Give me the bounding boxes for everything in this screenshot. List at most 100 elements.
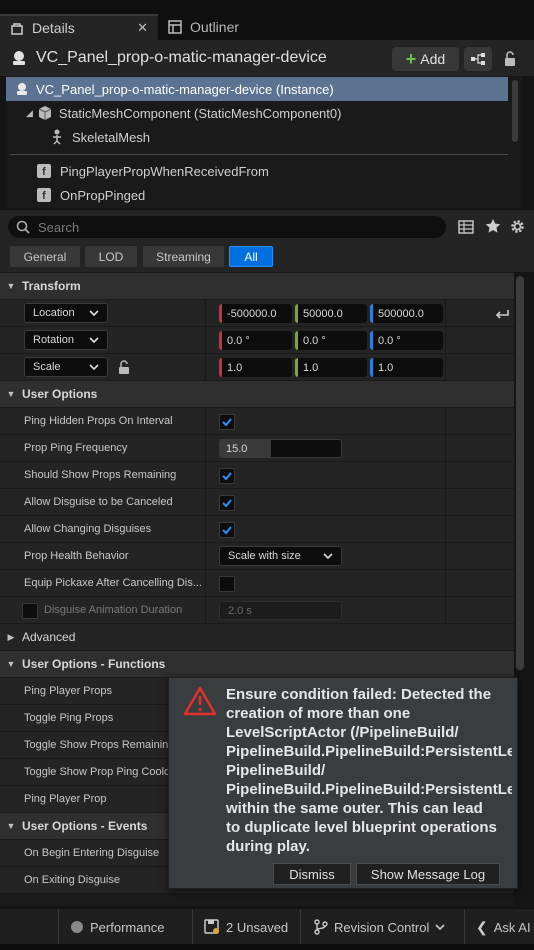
health-behavior-value: Scale with size — [228, 550, 301, 562]
scale-mode-dropdown[interactable]: Scale — [24, 357, 108, 377]
tree-item-static-mesh[interactable]: ◢ StaticMeshComponent (StaticMeshCompone… — [6, 101, 508, 125]
allow-cancel-checkbox[interactable] — [219, 495, 235, 511]
anim-duration-row: Disguise Animation Duration 2.0 s — [0, 597, 514, 624]
rotation-x-field[interactable]: 0.0 ° — [219, 331, 292, 350]
filter-all-button[interactable]: All — [229, 246, 273, 267]
performance-icon — [71, 921, 83, 933]
location-y-field[interactable]: 50000.0 — [295, 304, 367, 323]
tree-item-label: OnPropPinged — [60, 187, 146, 203]
close-tab-icon[interactable]: ✕ — [137, 20, 148, 36]
unsaved-button[interactable]: 2 Unsaved — [204, 909, 288, 945]
category-functions[interactable]: ▼ User Options - Functions — [0, 651, 514, 677]
reset-to-default-icon[interactable] — [495, 308, 509, 320]
tree-item-instance[interactable]: VC_Panel_prop-o-matic-manager-device (In… — [6, 77, 508, 101]
tab-outliner[interactable]: Outliner — [160, 14, 280, 40]
allow-change-checkbox[interactable] — [219, 522, 235, 538]
lock-button[interactable] — [500, 49, 520, 69]
property-label: Allow Disguise to be Canceled — [24, 496, 173, 508]
revision-control-label: Revision Control — [334, 919, 430, 935]
function-icon: f — [37, 164, 51, 178]
filter-general-button[interactable]: General — [10, 246, 80, 267]
performance-label: Performance — [90, 919, 165, 935]
rotation-z-field[interactable]: 0.0 ° — [370, 331, 443, 350]
health-behavior-dropdown[interactable]: Scale with size — [219, 546, 342, 566]
category-title: Transform — [22, 279, 81, 293]
tree-item-on-prop-pinged[interactable]: f OnPropPinged — [6, 183, 508, 207]
tree-item-skeletal-mesh[interactable]: SkeletalMesh — [6, 125, 508, 149]
tree-item-label: SkeletalMesh — [72, 129, 151, 145]
rotation-y-value: 0.0 ° — [303, 334, 326, 347]
property-label: Equip Pickaxe After Cancelling Dis... — [24, 577, 202, 589]
collapse-arrow-icon[interactable]: ▼ — [0, 389, 22, 399]
rotation-y-field[interactable]: 0.0 ° — [295, 331, 367, 350]
advanced-section[interactable]: ▶ Advanced — [0, 624, 514, 650]
filter-lod-button[interactable]: LOD — [85, 246, 137, 267]
save-unsaved-icon — [204, 919, 219, 934]
settings-gear-icon[interactable] — [509, 218, 526, 235]
search-input[interactable] — [38, 219, 418, 235]
tree-item-ping-function[interactable]: f PingPlayerPropWhenReceivedFrom — [6, 159, 508, 183]
ping-frequency-value: 15.0 — [226, 442, 248, 455]
scale-z-value: 1.0 — [378, 361, 394, 374]
collapse-arrow-icon[interactable]: ▼ — [0, 659, 22, 669]
category-user-options[interactable]: ▼ User Options — [0, 381, 514, 407]
blueprint-icon — [471, 53, 485, 65]
location-row: Location -500000.0 50000.0 500000.0 — [0, 300, 514, 327]
scale-y-field[interactable]: 1.0 — [295, 358, 367, 377]
show-message-log-button[interactable]: Show Message Log — [356, 863, 500, 885]
search-row — [0, 210, 534, 242]
performance-button[interactable]: Performance — [70, 909, 164, 945]
blueprint-button[interactable] — [464, 47, 492, 71]
svg-text:f: f — [42, 190, 46, 202]
location-x-field[interactable]: -500000.0 — [219, 304, 292, 323]
location-label: Location — [33, 307, 75, 319]
filter-streaming-button[interactable]: Streaming — [143, 246, 224, 267]
location-z-field[interactable]: 500000.0 — [370, 304, 443, 323]
favorite-star-icon[interactable] — [485, 218, 501, 234]
collapse-arrow-icon[interactable]: ▼ — [0, 281, 22, 291]
checkmark-icon — [222, 418, 232, 427]
scale-z-field[interactable]: 1.0 — [370, 358, 443, 377]
search-field[interactable] — [8, 216, 446, 238]
tree-divider — [10, 154, 508, 155]
category-transform[interactable]: ▼ Transform — [0, 273, 514, 299]
add-component-button[interactable]: + Add — [392, 47, 459, 71]
message-line: PipelineBuild/ — [226, 762, 326, 779]
ask-ai-button[interactable]: ❮ Ask AI — [476, 909, 531, 945]
unlock-scale-icon[interactable] — [118, 360, 131, 375]
tree-item-label: StaticMeshComponent (StaticMeshComponent… — [58, 105, 342, 121]
ping-frequency-slider[interactable]: 15.0 — [219, 439, 342, 458]
tree-scrollbar[interactable] — [512, 80, 518, 142]
tab-outliner-label: Outliner — [190, 19, 240, 35]
panel-tab-bar: Details ✕ Outliner — [0, 0, 534, 40]
unsaved-label: 2 Unsaved — [226, 919, 289, 935]
expand-arrow-icon[interactable]: ▶ — [0, 632, 22, 643]
chevron-left-icon: ❮ — [476, 918, 488, 935]
expand-arrow-icon[interactable]: ◢ — [26, 108, 33, 119]
scale-x-value: 1.0 — [227, 361, 243, 374]
tab-details[interactable]: Details ✕ — [0, 14, 158, 40]
ping-hidden-checkbox[interactable] — [219, 414, 235, 430]
message-line: LevelScriptActor (/PipelineBuild/ — [226, 724, 459, 741]
revision-control-button[interactable]: Revision Control — [314, 909, 445, 945]
checkmark-icon — [222, 472, 232, 481]
rotation-mode-dropdown[interactable]: Rotation — [24, 330, 108, 350]
rotation-x-value: 0.0 ° — [227, 334, 250, 347]
property-label: Allow Changing Disguises — [24, 523, 152, 535]
show-remaining-checkbox[interactable] — [219, 468, 235, 484]
category-title: User Options - Events — [22, 819, 148, 833]
component-tree: VC_Panel_prop-o-matic-manager-device (In… — [6, 76, 522, 208]
location-y-value: 50000.0 — [303, 307, 343, 320]
message-line: PipelineBuild.PipelineBuild:PersistentLe… — [226, 743, 512, 760]
ping-hidden-row: Ping Hidden Props On Interval — [0, 408, 514, 435]
scale-x-field[interactable]: 1.0 — [219, 358, 292, 377]
table-view-icon[interactable] — [458, 219, 474, 235]
dismiss-button[interactable]: Dismiss — [273, 863, 351, 885]
location-mode-dropdown[interactable]: Location — [24, 303, 108, 323]
outliner-icon — [168, 20, 182, 34]
anim-duration-override-checkbox[interactable] — [22, 603, 38, 619]
properties-scrollbar[interactable] — [516, 276, 524, 670]
equip-pickaxe-checkbox[interactable] — [219, 576, 235, 592]
actor-icon — [17, 83, 27, 95]
collapse-arrow-icon[interactable]: ▼ — [0, 821, 22, 831]
